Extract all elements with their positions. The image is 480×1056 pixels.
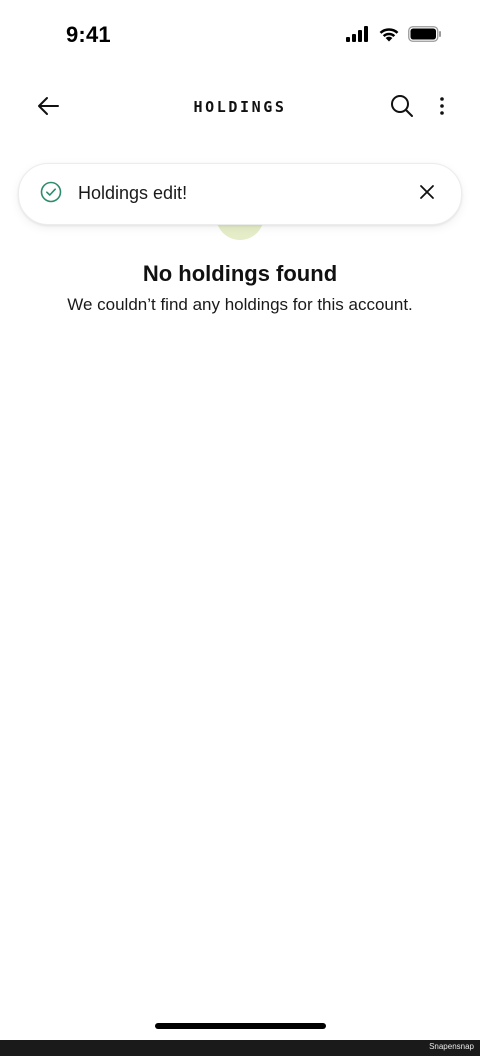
header: HOLDINGS [0,84,480,132]
empty-state-title: No holdings found [142,261,338,286]
toast-notification: Holdings edit! [18,163,462,225]
status-bar: 9:41 [0,0,480,72]
toast-message: Holdings edit! [78,183,188,203]
status-time: 9:41 [66,22,111,47]
battery-icon [408,26,442,42]
watermark: Snapensnap [429,1042,474,1051]
signal-icon [346,26,370,42]
home-indicator[interactable] [155,1023,326,1029]
check-circle-icon [40,181,62,203]
search-button[interactable] [384,90,420,126]
search-icon [390,94,414,123]
more-button[interactable] [428,90,456,126]
close-icon [419,184,435,205]
toast-close-button[interactable] [413,180,441,208]
status-icons [346,26,442,42]
more-vertical-icon [439,96,445,121]
empty-state-subtitle: We couldn’t find any holdings for this a… [67,295,413,314]
wifi-icon [378,26,400,42]
footer-bar: Snapensnap [0,1040,480,1056]
